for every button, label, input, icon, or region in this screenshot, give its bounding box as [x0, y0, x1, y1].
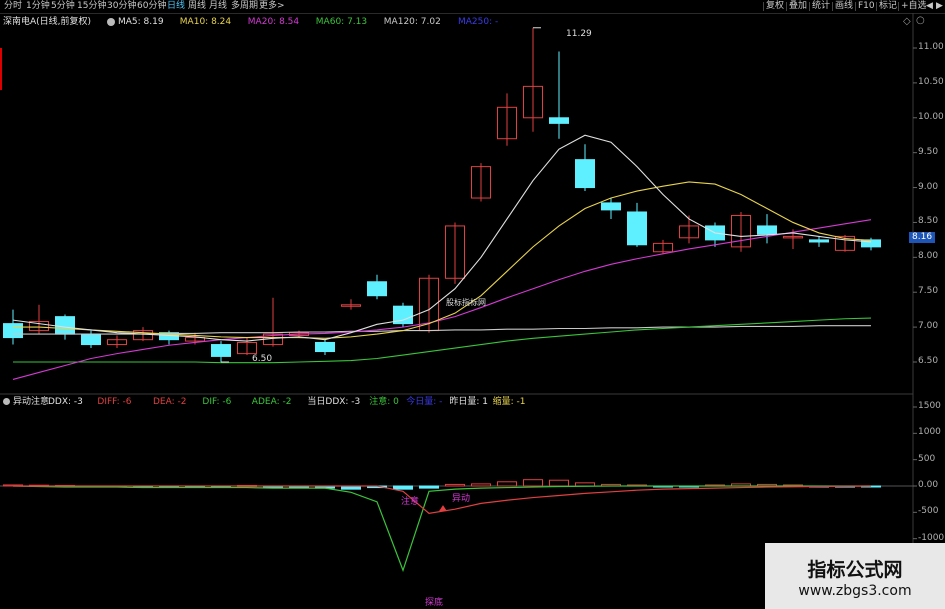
annotation-attention: 注意	[401, 497, 420, 507]
indicator-tick: 0.00	[918, 480, 939, 490]
candle-body	[601, 202, 621, 211]
indicator-tick: 1000	[918, 427, 941, 438]
indicator-tick: -1000	[918, 532, 945, 543]
candle-body	[55, 316, 75, 335]
candle-body	[627, 211, 647, 246]
indicator-bar	[549, 479, 569, 487]
price-tick: 8.50	[918, 216, 939, 227]
indicator-legend-item: DIF: -6	[202, 397, 232, 407]
indicator-legend-item: 当日DDX: -3	[307, 397, 361, 407]
annotation-anomaly: 异动	[452, 494, 471, 504]
site-watermark: 指标公式网 www.zbgs3.com	[765, 543, 945, 609]
high-price-label: 11.29	[566, 29, 592, 39]
price-tick: 6.50	[918, 356, 939, 366]
indicator-legend-item: 缩量: -1	[492, 397, 526, 407]
indicator-tick: -500	[918, 506, 939, 517]
price-tick: 10.50	[918, 76, 944, 87]
indicator-tick: 1500	[918, 401, 941, 411]
price-tick: 9.50	[918, 146, 939, 157]
anomaly-arrow	[439, 505, 447, 512]
price-tick: 8.00	[918, 251, 939, 262]
candle-body	[549, 117, 569, 124]
ma5-line	[12, 134, 872, 342]
indicator-legend-item: DDX: -3	[48, 397, 83, 407]
indicator-tick: 500	[918, 453, 936, 464]
candle-body	[81, 333, 101, 346]
current-price-tag: 8.16	[909, 232, 936, 243]
ma60-line	[13, 317, 872, 364]
indicator-bar	[497, 481, 517, 487]
price-tick: 7.00	[918, 321, 939, 332]
indicator-legend-item: DEA: -2	[153, 397, 187, 407]
indicator-legend-item: 昨日量: 1	[449, 397, 489, 407]
ma10-line	[13, 181, 872, 339]
low-price-label: 6.50	[252, 354, 273, 364]
watermark-url: www.zbgs3.com	[798, 583, 912, 599]
candle-body	[3, 323, 23, 339]
price-tick: 9.00	[918, 181, 939, 192]
watermark-title: 指标公式网	[807, 559, 903, 581]
indicator-bar	[523, 479, 543, 487]
inline-watermark: 股标指标网	[446, 298, 486, 307]
price-tick: 10.00	[918, 111, 944, 122]
indicator-green-line	[12, 485, 871, 573]
candle-body	[211, 344, 231, 357]
candle-body	[575, 159, 595, 189]
candle-body	[315, 341, 335, 353]
candle-body	[809, 239, 829, 243]
indicator-title: 异动注意	[13, 397, 50, 407]
annotation-bottom: 探底	[425, 598, 444, 608]
indicator-bar	[445, 483, 465, 487]
candle-body	[757, 225, 777, 235]
candle-body	[367, 281, 387, 297]
indicator-bar	[575, 482, 595, 487]
indicator-bar	[471, 483, 491, 487]
indicator-settings-icon[interactable]	[3, 398, 10, 405]
price-tick: 11.00	[918, 42, 944, 52]
price-tick: 7.50	[918, 286, 939, 297]
indicator-bar	[393, 485, 413, 490]
indicator-legend-item: 今日量: -	[406, 397, 443, 407]
indicator-legend-item: 注意: 0	[369, 397, 399, 407]
indicator-legend-item: ADEA: -2	[251, 397, 292, 407]
indicator-legend-item: DIFF: -6	[97, 397, 132, 407]
indicator-bar	[419, 485, 439, 489]
